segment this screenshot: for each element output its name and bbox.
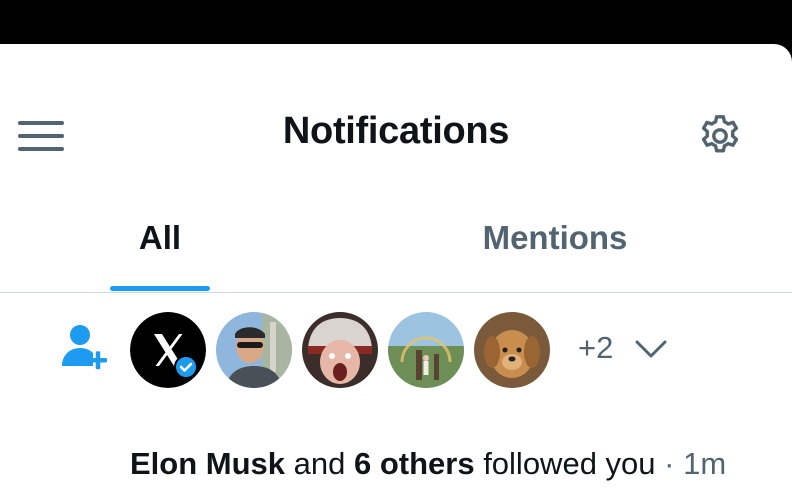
action-text: followed you: [474, 446, 656, 481]
tab-bar: All Mentions: [0, 204, 792, 293]
man-sunglasses-photo: [216, 312, 292, 388]
avatar[interactable]: [388, 312, 464, 388]
tab-mentions[interactable]: Mentions: [430, 204, 680, 292]
others-count[interactable]: 6 others: [354, 446, 475, 481]
person-helmet-photo: [302, 312, 378, 388]
timestamp: 1m: [683, 446, 727, 481]
page-title: Notifications: [282, 110, 510, 152]
follow-person-icon: [62, 325, 107, 370]
header: Notifications: [0, 44, 792, 204]
avatar[interactable]: [302, 312, 378, 388]
avatar[interactable]: [216, 312, 292, 388]
notifications-sheet: Notifications All Mentions +2 Elon Musk …: [0, 44, 792, 496]
notification-text: Elon Musk and 6 others followed you · 1m: [130, 444, 750, 484]
follower-avatars: [130, 312, 550, 388]
actor-name[interactable]: Elon Musk: [130, 446, 285, 481]
gear-icon[interactable]: [696, 112, 744, 160]
connector-text: and: [285, 446, 354, 481]
tab-all[interactable]: All: [100, 204, 220, 292]
avatar[interactable]: [474, 312, 550, 388]
separator: ·: [655, 446, 684, 481]
active-tab-indicator: [110, 286, 210, 291]
tab-label: Mentions: [482, 219, 628, 256]
tab-label: All: [138, 219, 182, 256]
puppy-photo: [474, 312, 550, 388]
x-logo-icon: [130, 312, 206, 388]
chevron-down-icon[interactable]: [634, 338, 668, 360]
notification-item[interactable]: +2 Elon Musk and 6 others followed you ·…: [0, 294, 792, 496]
avatar[interactable]: [130, 312, 206, 388]
person-rainbow-photo: [388, 312, 464, 388]
more-followers-count[interactable]: +2: [578, 330, 613, 366]
